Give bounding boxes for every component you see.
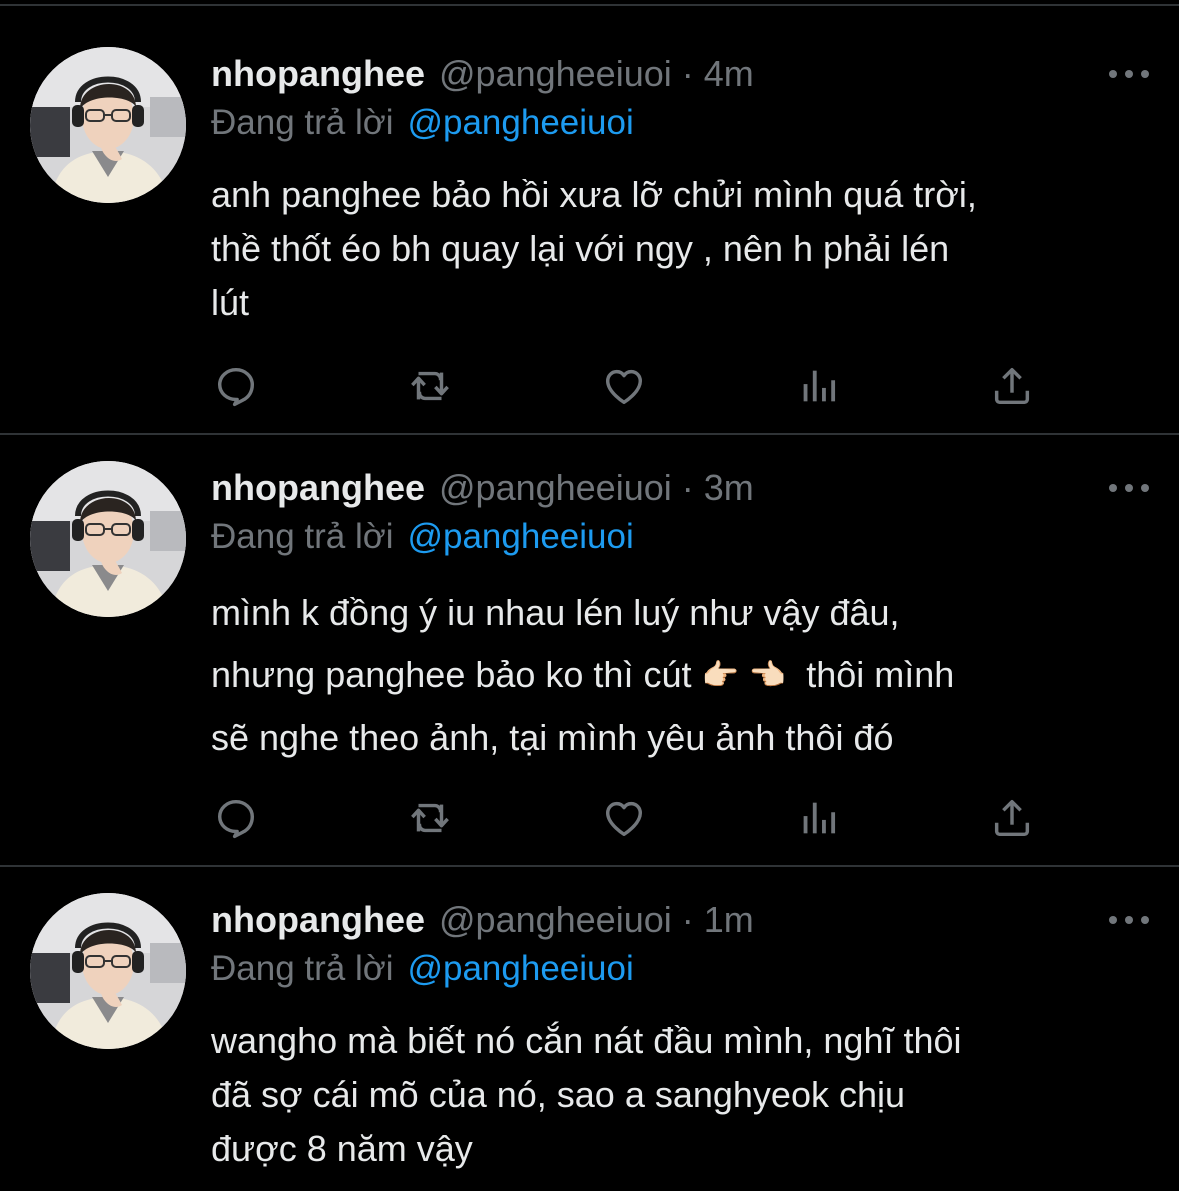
timestamp[interactable]: 4m <box>704 53 754 95</box>
action-bar <box>212 362 1042 410</box>
analytics-icon <box>803 802 836 834</box>
share-icon <box>994 799 1030 837</box>
more-icon[interactable] <box>1109 60 1149 88</box>
retweet-button[interactable] <box>406 362 454 410</box>
avatar-photo <box>30 893 186 1049</box>
reply-mention[interactable]: @pangheeiuoi <box>407 517 633 556</box>
tweet-text-line: đã sợ cái mõ của nó, sao a sanghyeok chị… <box>211 1074 906 1115</box>
display-name[interactable]: nhopanghee <box>211 467 425 509</box>
tweet-text-line: wangho mà biết nó cắn nát đầu mình, nghĩ… <box>211 1020 962 1061</box>
pointing-left-emoji: 👈🏻 <box>748 659 787 692</box>
handle[interactable]: @pangheeiuoi <box>439 53 672 95</box>
retweet-button[interactable] <box>406 794 454 842</box>
analytics-button[interactable] <box>794 794 842 842</box>
reply-prefix: Đang trả lời <box>211 103 394 142</box>
reply-mention[interactable]: @pangheeiuoi <box>407 103 633 142</box>
tweet[interactable]: nhopanghee @pangheeiuoi · 1m Đang trả lờ… <box>0 867 1179 1191</box>
reply-icon <box>217 799 255 839</box>
retweet-icon <box>411 371 449 401</box>
tweet-text-line: nhưng panghee bảo ko thì cút 👉🏻 👈🏻 thôi … <box>211 644 1151 707</box>
pointing-right-emoji: 👉🏻 <box>701 659 739 692</box>
reply-button[interactable] <box>212 794 260 842</box>
tweet-text-line: thề thốt éo bh quay lại với ngy , nên h … <box>211 228 950 269</box>
tweet-header: nhopanghee @pangheeiuoi · 4m <box>211 50 1149 98</box>
analytics-icon <box>803 370 836 402</box>
tweet-text-segment: thôi mình <box>786 654 955 695</box>
reply-button[interactable] <box>212 362 260 410</box>
heart-icon <box>605 801 643 837</box>
share-icon <box>994 367 1030 405</box>
tweet[interactable]: nhopanghee @pangheeiuoi · 4m Đang trả lờ… <box>0 0 1179 435</box>
more-icon[interactable] <box>1109 906 1149 934</box>
tweet-text: mình k đồng ý iu nhau lén luý như vậy đâ… <box>211 582 1151 769</box>
separator: · <box>681 53 694 94</box>
heart-icon <box>605 369 643 405</box>
avatar[interactable] <box>30 893 186 1049</box>
tweet-text-line: anh panghee bảo hồi xưa lỡ chửi mình quá… <box>211 174 977 215</box>
handle[interactable]: @pangheeiuoi <box>439 899 672 941</box>
handle[interactable]: @pangheeiuoi <box>439 467 672 509</box>
reply-prefix: Đang trả lời <box>211 517 394 556</box>
like-button[interactable] <box>600 362 648 410</box>
display-name[interactable]: nhopanghee <box>211 899 425 941</box>
tweet-text-line: lút <box>211 282 250 323</box>
tweet-text-line: sẽ nghe theo ảnh, tại mình yêu ảnh thôi … <box>211 717 894 758</box>
separator: · <box>681 467 694 508</box>
avatar-photo <box>30 47 186 203</box>
tweet-text-line: mình k đồng ý iu nhau lén luý như vậy đâ… <box>211 592 900 633</box>
more-icon[interactable] <box>1109 474 1149 502</box>
tweet-text-segment: nhưng panghee bảo ko thì cút <box>211 654 702 695</box>
tweet-header: nhopanghee @pangheeiuoi · 3m <box>211 464 1149 512</box>
avatar[interactable] <box>30 461 186 617</box>
analytics-button[interactable] <box>794 362 842 410</box>
reply-context: Đang trả lời @pangheeiuoi <box>211 949 634 997</box>
display-name[interactable]: nhopanghee <box>211 53 425 95</box>
action-bar <box>212 794 1042 842</box>
reply-mention[interactable]: @pangheeiuoi <box>407 949 633 988</box>
tweet-header: nhopanghee @pangheeiuoi · 1m <box>211 896 1149 944</box>
tweet-text-line: được 8 năm vậy <box>211 1128 473 1169</box>
timestamp[interactable]: 1m <box>704 899 754 941</box>
share-button[interactable] <box>988 362 1036 410</box>
share-button[interactable] <box>988 794 1036 842</box>
avatar[interactable] <box>30 47 186 203</box>
reply-context: Đang trả lời @pangheeiuoi <box>211 103 634 151</box>
tweet-text: anh panghee bảo hồi xưa lỡ chửi mình quá… <box>211 168 1151 330</box>
tweet[interactable]: nhopanghee @pangheeiuoi · 3m Đang trả lờ… <box>0 435 1179 867</box>
like-button[interactable] <box>600 794 648 842</box>
reply-icon <box>217 367 255 407</box>
tweet-text: wangho mà biết nó cắn nát đầu mình, nghĩ… <box>211 1014 1151 1176</box>
retweet-icon <box>411 803 449 833</box>
timestamp[interactable]: 3m <box>704 467 754 509</box>
avatar-photo <box>30 461 186 617</box>
reply-prefix: Đang trả lời <box>211 949 394 988</box>
separator: · <box>681 899 694 940</box>
reply-context: Đang trả lời @pangheeiuoi <box>211 517 634 565</box>
